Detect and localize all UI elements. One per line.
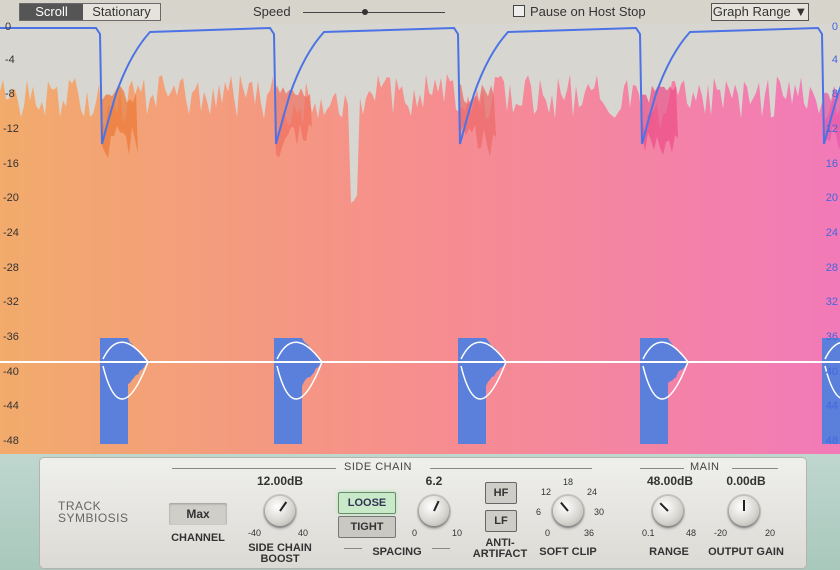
scroll-tab[interactable]: Scroll — [20, 4, 83, 20]
right-axis-tick: 40 — [825, 366, 838, 378]
hf-button[interactable]: HF — [485, 482, 517, 504]
range-value: 48.00dB — [646, 474, 694, 488]
soft-clip-tick: 24 — [587, 487, 598, 497]
left-axis-tick: -36 — [3, 331, 19, 343]
soft-clip-label: SOFT CLIP — [539, 546, 597, 558]
soft-clip-tick: 36 — [584, 528, 595, 538]
side-chain-boost-knob[interactable] — [265, 496, 295, 526]
right-axis-tick: 0 — [831, 21, 838, 33]
right-axis-tick: 20 — [825, 192, 838, 204]
stationary-tab[interactable]: Stationary — [83, 4, 160, 20]
pause-on-host-stop-checkbox[interactable] — [513, 5, 525, 17]
left-axis-tick: -40 — [3, 366, 19, 378]
left-axis-tick: 0 — [5, 21, 12, 33]
right-axis-tick: 16 — [825, 158, 838, 170]
channel-selector[interactable]: Max — [169, 503, 227, 525]
spacing-bracket-left — [344, 548, 362, 549]
side-chain-envelope — [822, 338, 840, 444]
product-logo: TRACK SYMBIOSIS — [58, 500, 129, 524]
soft-clip-tick: 0 — [545, 528, 551, 538]
graph-canvas — [0, 24, 840, 454]
soft-clip-tick: 12 — [541, 487, 552, 497]
spacing-knob[interactable] — [419, 496, 449, 526]
speed-label: Speed — [253, 4, 291, 19]
right-axis-tick: 4 — [831, 54, 838, 66]
left-axis-tick: -48 — [3, 435, 19, 447]
right-axis-tick: 24 — [825, 227, 838, 239]
spacing-min: 0 — [412, 528, 418, 538]
range-label: RANGE — [649, 546, 689, 558]
output-gain-value: 0.00dB — [726, 474, 766, 488]
side-chain-divider-right — [430, 468, 592, 469]
output-gain-min: -20 — [714, 528, 728, 538]
spacing-label: SPACING — [372, 546, 422, 558]
side-chain-boost-label-2: BOOST — [260, 553, 300, 565]
anti-artifact-label-2: ARTIFACT — [472, 548, 528, 560]
left-axis-tick: -20 — [3, 192, 19, 204]
output-gain-knob[interactable] — [729, 496, 759, 526]
output-gain-max: 20 — [765, 528, 776, 538]
gain-reduction-graph: 0 -4 -8 -12 -16 -20 -24 -28 -32 -36 -40 … — [0, 21, 840, 454]
logo-line-2: SYMBIOSIS — [58, 511, 129, 525]
lf-button[interactable]: LF — [485, 510, 517, 532]
left-axis-tick: -32 — [3, 296, 19, 308]
channel-label: CHANNEL — [171, 532, 225, 544]
view-mode-toggle[interactable]: Scroll Stationary — [19, 3, 161, 21]
right-axis-tick: 12 — [825, 123, 838, 135]
side-chain-boost-value: 12.00dB — [256, 474, 304, 488]
side-chain-boost-max: 40 — [298, 528, 309, 538]
right-axis-tick: 32 — [825, 296, 838, 308]
right-axis-tick: 44 — [825, 400, 838, 412]
left-axis-tick: -44 — [3, 400, 19, 412]
range-min: 0.1 — [642, 528, 655, 538]
spacing-max: 10 — [452, 528, 463, 538]
soft-clip-tick: 18 — [563, 477, 574, 487]
left-axis-tick: -24 — [3, 227, 19, 239]
side-chain-section-title: SIDE CHAIN — [344, 461, 412, 473]
spacing-bracket-right — [432, 548, 450, 549]
top-bar: Scroll Stationary Speed Pause on Host St… — [0, 0, 840, 24]
main-section-title: MAIN — [690, 461, 720, 473]
side-chain-boost-min: -40 — [248, 528, 262, 538]
side-chain-divider-left — [172, 468, 336, 469]
soft-clip-knob[interactable] — [553, 496, 583, 526]
right-axis-tick: 48 — [825, 435, 838, 447]
pause-on-host-stop-label: Pause on Host Stop — [530, 4, 646, 19]
speed-slider-handle[interactable] — [362, 9, 368, 15]
speed-slider-track[interactable] — [303, 12, 445, 13]
spacing-value: 6.2 — [425, 474, 443, 488]
soft-clip-tick: 30 — [594, 507, 605, 517]
main-divider-right — [732, 468, 778, 469]
left-axis-tick: -12 — [3, 123, 19, 135]
output-gain-label: OUTPUT GAIN — [708, 546, 784, 558]
left-axis-tick: -8 — [5, 88, 15, 100]
range-max: 48 — [686, 528, 697, 538]
graph-range-dropdown[interactable]: Graph Range ▼ — [711, 3, 809, 21]
range-knob[interactable] — [653, 496, 683, 526]
left-axis-tick: -28 — [3, 262, 19, 274]
right-axis-tick: 8 — [831, 88, 838, 100]
left-axis-tick: -16 — [3, 158, 19, 170]
tight-button[interactable]: TIGHT — [338, 516, 396, 538]
side-chain-boost-label: SIDE CHAIN BOOST — [244, 543, 316, 565]
anti-artifact-label: ANTI- ARTIFACT — [470, 538, 530, 560]
right-axis-tick: 28 — [825, 262, 838, 274]
right-axis-tick: 36 — [825, 331, 838, 343]
loose-button[interactable]: LOOSE — [338, 492, 396, 514]
left-axis-tick: -4 — [5, 54, 15, 66]
soft-clip-tick: 6 — [536, 507, 542, 517]
main-divider-left — [640, 468, 684, 469]
